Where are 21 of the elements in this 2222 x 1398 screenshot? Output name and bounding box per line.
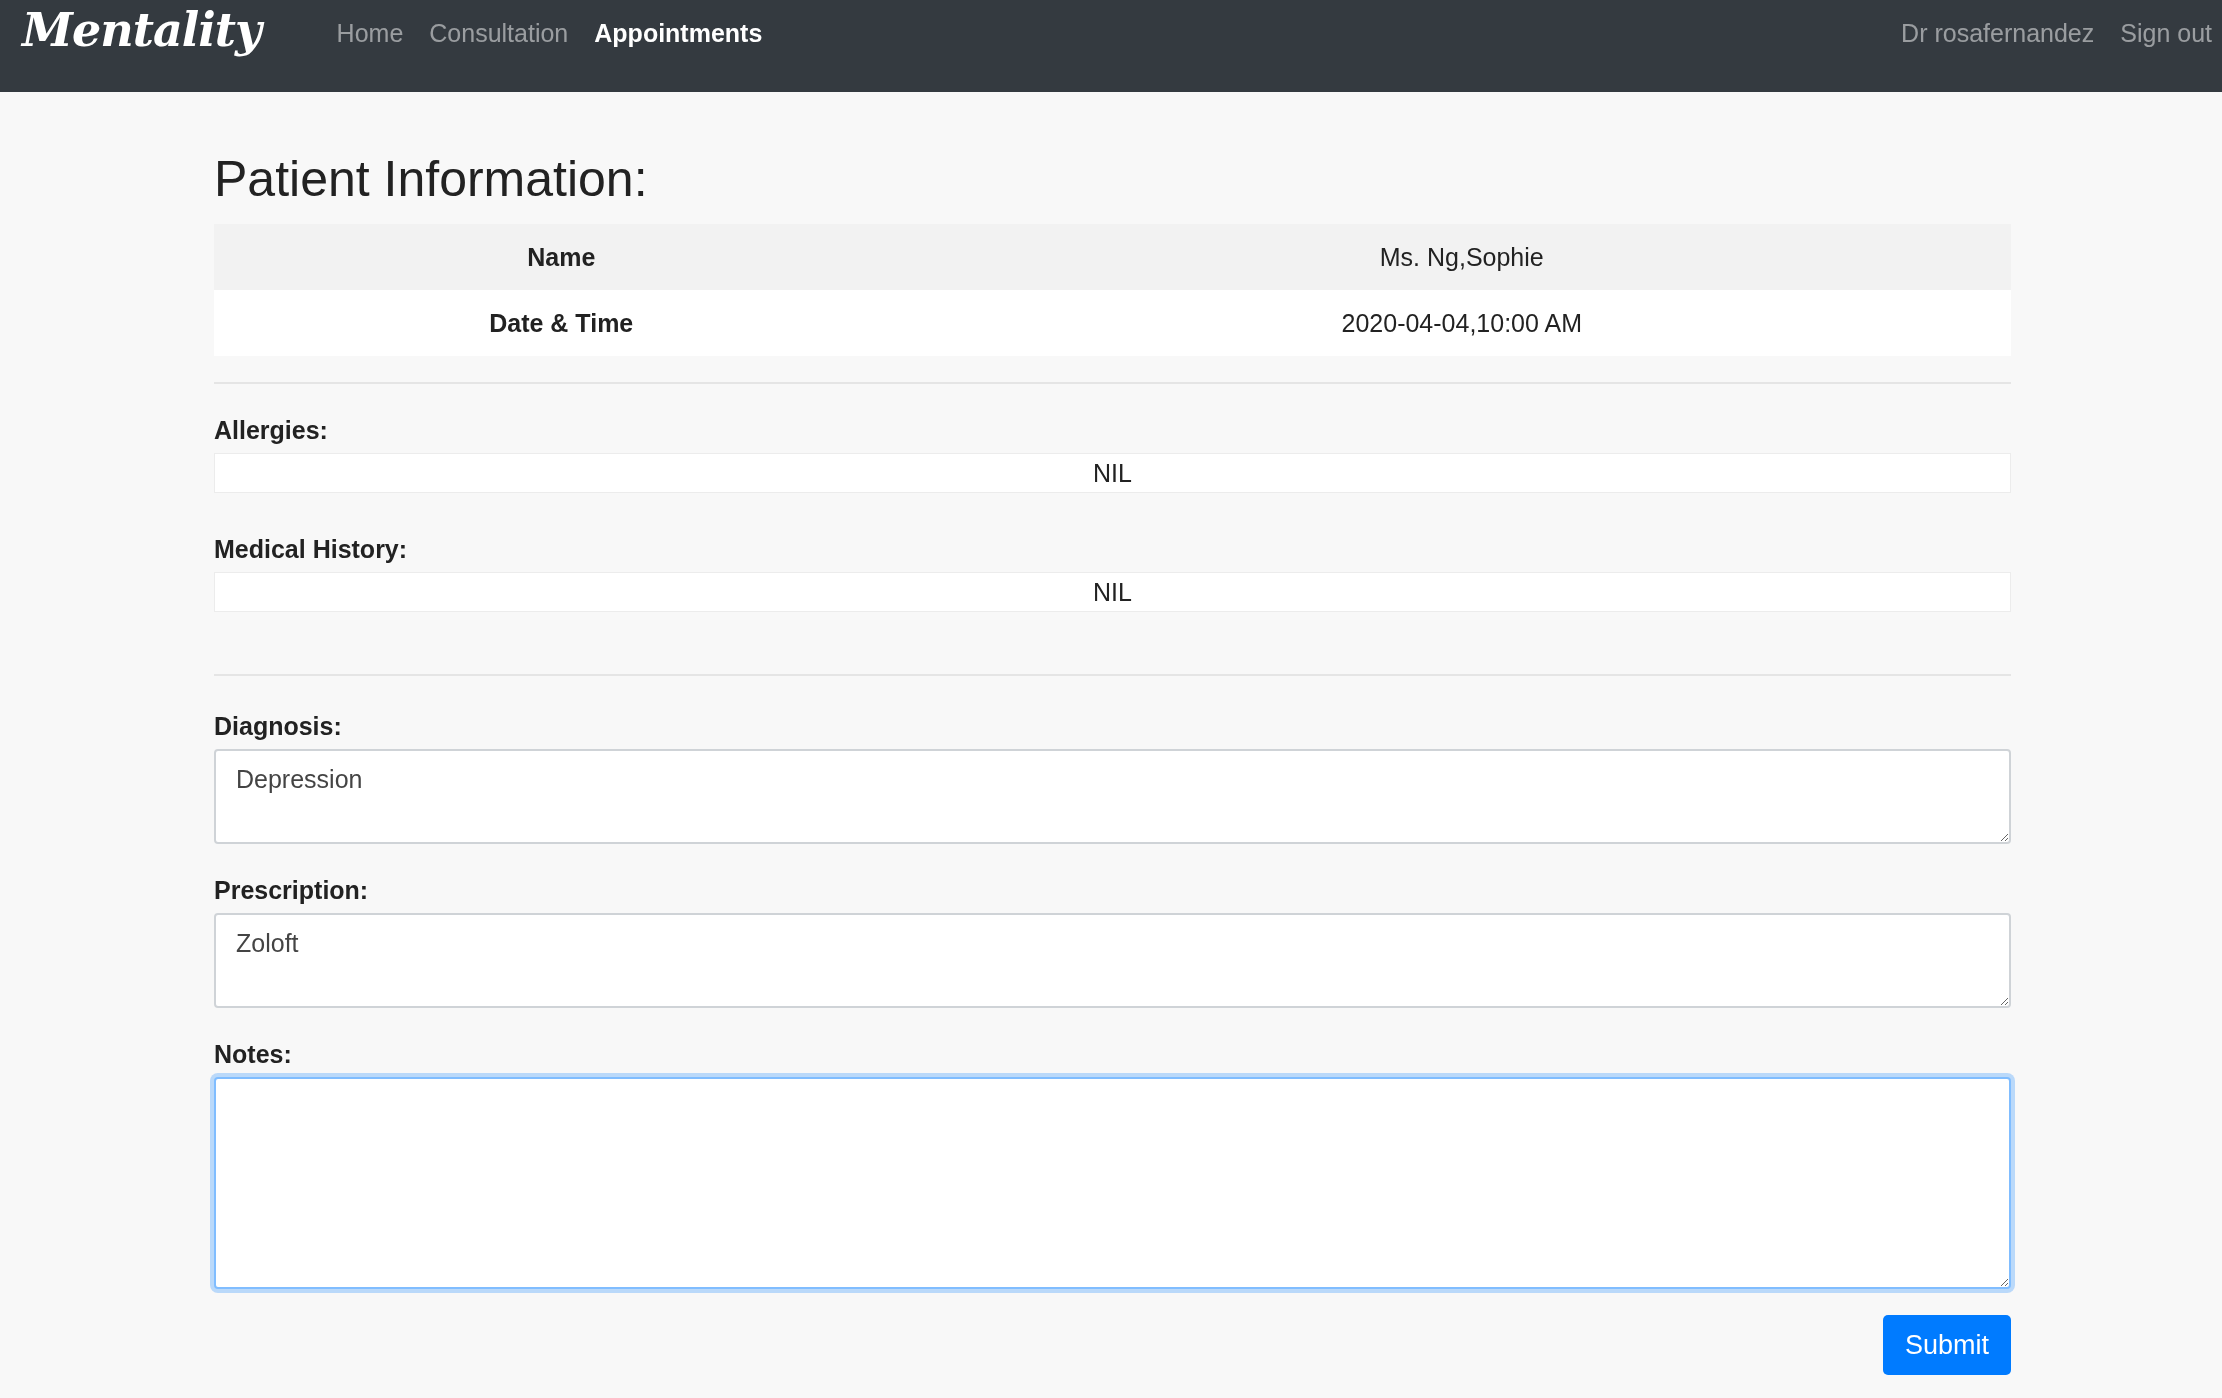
field-label: Prescription:: [214, 876, 370, 905]
readonly-field: NIL: [214, 453, 2011, 493]
field-label: Notes:: [214, 1040, 293, 1069]
nav-link[interactable]: Appointments: [594, 18, 763, 48]
table-cell: 2020-04-04,10:00 AM: [1341, 308, 1582, 338]
nav-link[interactable]: Consultation: [429, 18, 569, 48]
field-label: Diagnosis:: [214, 712, 343, 741]
nav-link[interactable]: Home: [336, 18, 404, 48]
readonly-field: NIL: [214, 572, 2011, 612]
table-cell: Date & Time: [489, 308, 634, 338]
text-area[interactable]: [214, 1077, 2011, 1289]
field-label: Allergies:: [214, 416, 329, 445]
sign-out-link[interactable]: Sign out: [2120, 18, 2212, 48]
table-cell: Ms. Ng,Sophie: [1379, 242, 1544, 272]
page-title: Patient Information:: [214, 150, 649, 204]
text-area[interactable]: Depression: [214, 749, 2011, 844]
field-label: Medical History:: [214, 535, 409, 564]
submit-button[interactable]: Submit: [1882, 1315, 2011, 1375]
text-area[interactable]: Zoloft: [214, 913, 2011, 1008]
user-name: Dr rosafernandez: [1901, 18, 2095, 48]
table-cell: Name: [527, 242, 596, 272]
